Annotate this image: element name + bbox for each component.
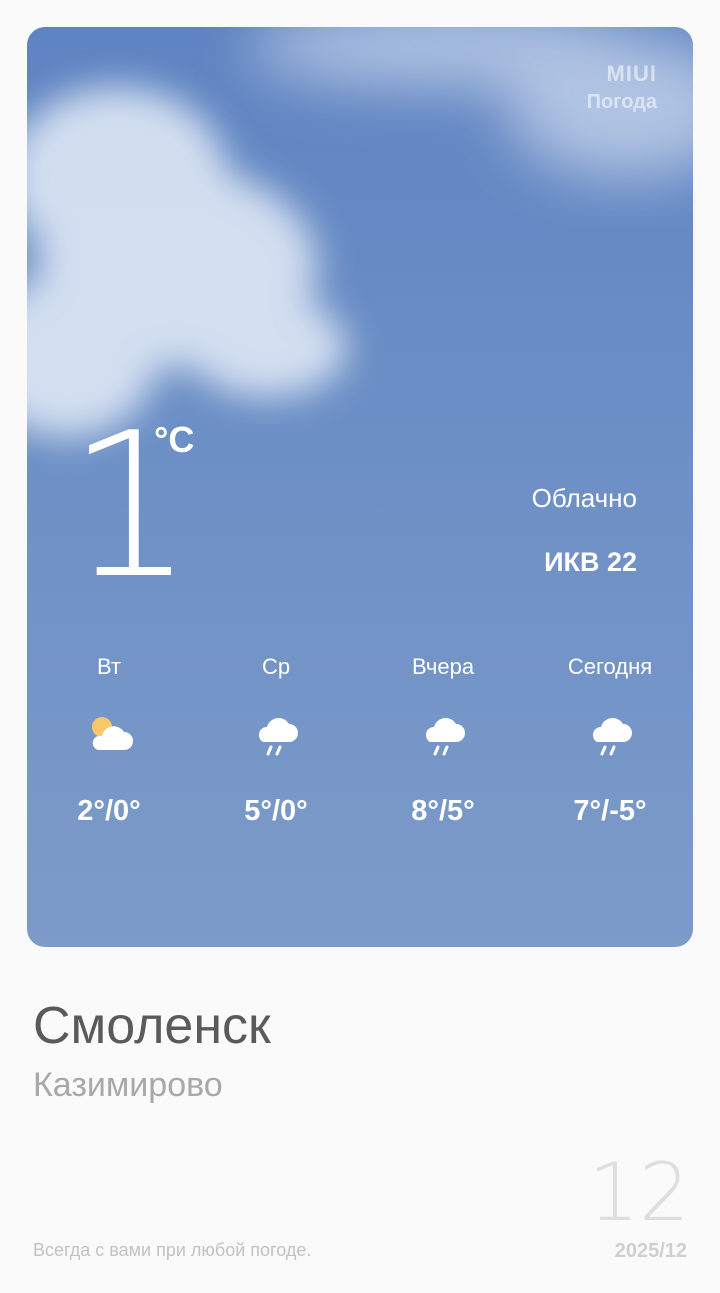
current-condition: Облачно (531, 483, 637, 513)
city-name[interactable]: Смоленск (33, 996, 271, 1056)
date-day: 12 (588, 1146, 690, 1239)
forecast-day[interactable]: Ср 5°/0° (206, 652, 346, 828)
brand-app-name: Погода (586, 91, 657, 113)
forecast-day-label: Сегодня (567, 654, 653, 679)
partly-cloudy-icon (92, 717, 133, 750)
rain-cloud-icon (592, 718, 632, 756)
forecast-temperature-range: 7°/-5° (573, 795, 647, 827)
forecast-temperature-range: 8°/5° (411, 795, 475, 827)
rain-cloud-icon (258, 718, 298, 756)
brand-name: MIUI (606, 61, 657, 86)
district-name: Казимирово (33, 1066, 223, 1104)
brand-watermark: MIUI Погода (587, 61, 657, 114)
forecast-day-label: Вчера (411, 654, 475, 679)
weather-card[interactable]: MIUI Погода 1 °C Облачно ИКВ 22 Вт 2°/0°… (27, 27, 693, 947)
forecast-day[interactable]: Вчера 8°/5° (373, 652, 513, 828)
slogan-text: Всегда с вами при любой погоде. (33, 1240, 312, 1260)
air-quality-index[interactable]: ИКВ 22 (544, 547, 637, 578)
rain-cloud-icon (425, 718, 465, 756)
forecast-day-label: Вт (96, 654, 122, 679)
temperature-unit: °C (154, 419, 195, 460)
forecast-day-label: Ср (261, 654, 291, 679)
forecast-row: Вт 2°/0° Ср 5°/0° Вчера 8°/5° Сегодня 7°… (27, 652, 693, 852)
forecast-day[interactable]: Сегодня 7°/-5° (540, 652, 680, 828)
forecast-day[interactable]: Вт 2°/0° (39, 652, 179, 828)
forecast-temperature-range: 2°/0° (77, 795, 141, 827)
forecast-temperature-range: 5°/0° (244, 795, 308, 827)
date-month: 2025/12 (614, 1240, 687, 1262)
